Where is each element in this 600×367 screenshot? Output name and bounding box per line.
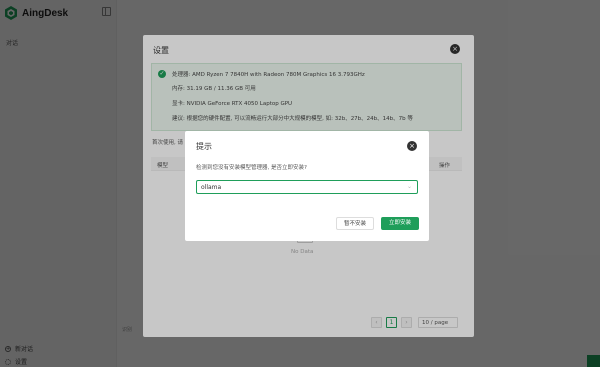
install-prompt-dialog: 提示 × 检测到您没有安装模型管理器, 是否立即安装? ollama ⌄ 暂不安…: [185, 131, 429, 241]
prompt-message: 检测到您没有安装模型管理器, 是否立即安装?: [196, 165, 307, 171]
chevron-down-icon: ⌄: [406, 183, 412, 190]
close-icon[interactable]: ×: [407, 141, 417, 151]
model-manager-select-value: ollama: [201, 184, 222, 191]
model-manager-select[interactable]: ollama ⌄: [196, 180, 418, 194]
install-now-button[interactable]: 立即安装: [381, 217, 419, 230]
prompt-title: 提示: [196, 142, 212, 151]
skip-install-button[interactable]: 暂不安装: [336, 217, 374, 230]
